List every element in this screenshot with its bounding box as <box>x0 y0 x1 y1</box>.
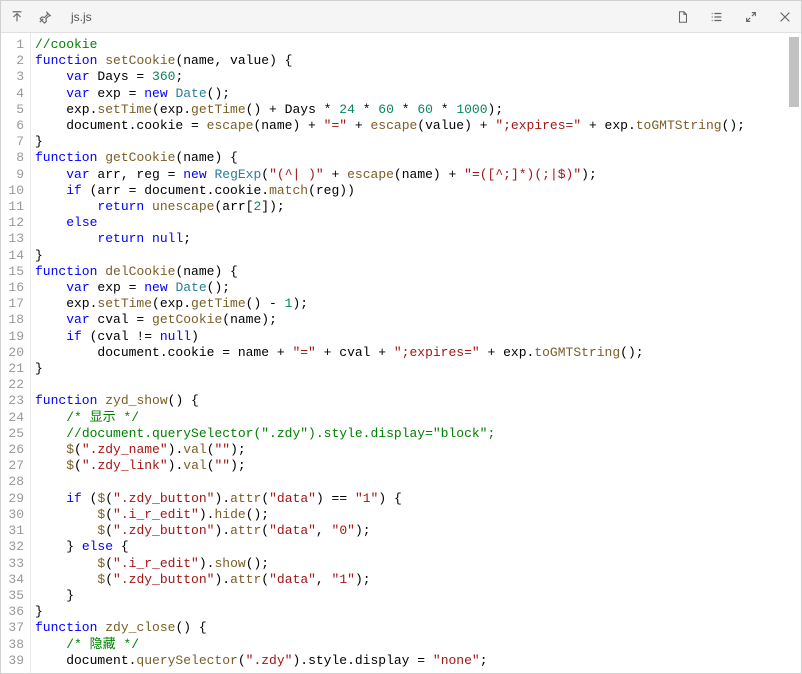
code-line[interactable]: var exp = new Date(); <box>35 86 801 102</box>
new-file-icon[interactable] <box>675 9 691 25</box>
code-line[interactable]: document.querySelector(".zdy").style.dis… <box>35 653 801 669</box>
code-line[interactable]: } <box>35 248 801 264</box>
code-line[interactable]: } <box>35 604 801 620</box>
vertical-scrollbar[interactable] <box>789 37 799 107</box>
code-line[interactable]: document.cookie = name + "=" + cval + ";… <box>35 345 801 361</box>
code-line[interactable]: $(".i_r_edit").show(); <box>35 556 801 572</box>
code-line[interactable]: } <box>35 134 801 150</box>
code-line[interactable]: /* 显示 */ <box>35 410 801 426</box>
code-line[interactable]: function zdy_close() { <box>35 620 801 636</box>
code-line[interactable]: $(".zdy_name").val(""); <box>35 442 801 458</box>
line-gutter: 1234567891011121314151617181920212223242… <box>1 33 31 673</box>
pin-icon[interactable] <box>37 9 53 25</box>
titlebar: js.js <box>1 1 801 33</box>
code-line[interactable]: function getCookie(name) { <box>35 150 801 166</box>
code-line[interactable]: if ($(".zdy_button").attr("data") == "1"… <box>35 491 801 507</box>
code-editor[interactable]: 1234567891011121314151617181920212223242… <box>1 33 801 673</box>
code-line[interactable]: function zyd_show() { <box>35 393 801 409</box>
code-line[interactable]: } <box>35 361 801 377</box>
code-line[interactable]: exp.setTime(exp.getTime() + Days * 24 * … <box>35 102 801 118</box>
code-line[interactable]: $(".zdy_link").val(""); <box>35 458 801 474</box>
filename-label: js.js <box>71 10 92 24</box>
code-line[interactable]: function delCookie(name) { <box>35 264 801 280</box>
code-line[interactable] <box>35 377 801 393</box>
list-icon[interactable] <box>709 9 725 25</box>
code-line[interactable]: $(".zdy_button").attr("data", "1"); <box>35 572 801 588</box>
code-line[interactable]: $(".zdy_button").attr("data", "0"); <box>35 523 801 539</box>
code-line[interactable]: /* 隐藏 */ <box>35 637 801 653</box>
code-line[interactable]: //cookie <box>35 37 801 53</box>
code-line[interactable]: return unescape(arr[2]); <box>35 199 801 215</box>
code-line[interactable]: if (cval != null) <box>35 329 801 345</box>
code-line[interactable]: if (arr = document.cookie.match(reg)) <box>35 183 801 199</box>
code-line[interactable]: document.cookie = escape(name) + "=" + e… <box>35 118 801 134</box>
code-line[interactable]: exp.setTime(exp.getTime() - 1); <box>35 296 801 312</box>
code-line[interactable]: } <box>35 588 801 604</box>
code-line[interactable]: var arr, reg = new RegExp("(^| )" + esca… <box>35 167 801 183</box>
code-area[interactable]: //cookiefunction setCookie(name, value) … <box>31 33 801 673</box>
code-line[interactable]: return null; <box>35 231 801 247</box>
code-line[interactable]: else <box>35 215 801 231</box>
code-line[interactable]: var exp = new Date(); <box>35 280 801 296</box>
code-line[interactable]: } else { <box>35 539 801 555</box>
back-top-icon[interactable] <box>9 9 25 25</box>
code-line[interactable]: $(".i_r_edit").hide(); <box>35 507 801 523</box>
close-icon[interactable] <box>777 9 793 25</box>
code-line[interactable]: function setCookie(name, value) { <box>35 53 801 69</box>
expand-icon[interactable] <box>743 9 759 25</box>
code-line[interactable]: var cval = getCookie(name); <box>35 312 801 328</box>
code-line[interactable] <box>35 474 801 490</box>
code-line[interactable]: var Days = 360; <box>35 69 801 85</box>
code-line[interactable]: //document.querySelector(".zdy").style.d… <box>35 426 801 442</box>
